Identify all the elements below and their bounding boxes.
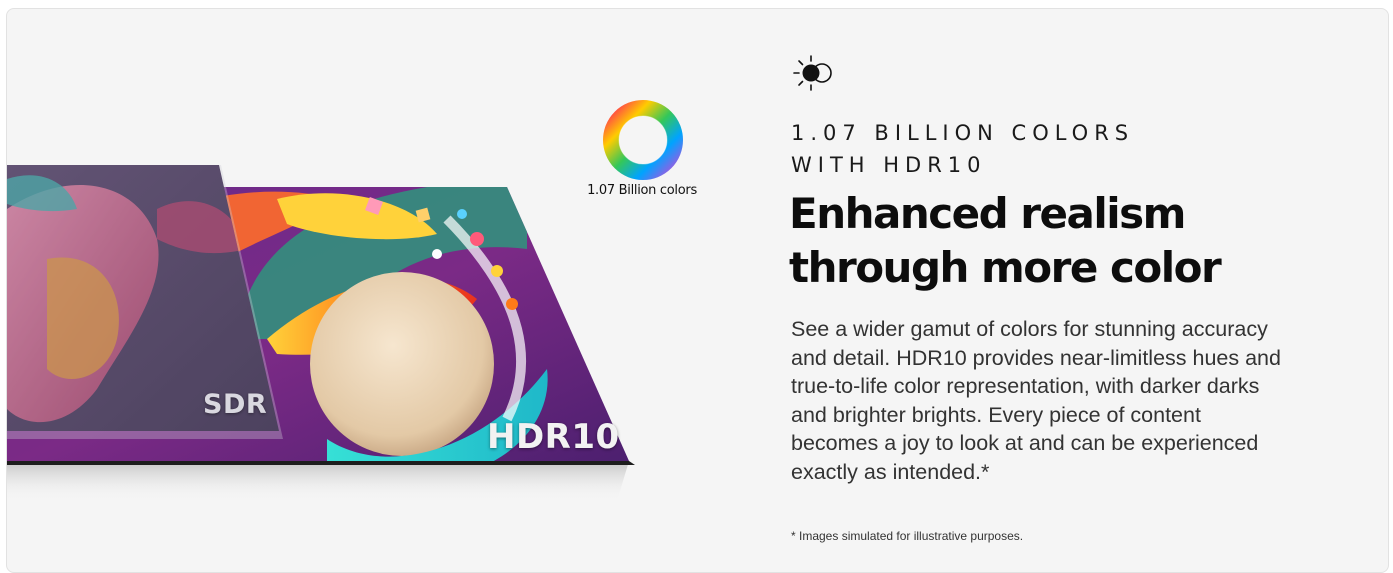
eyebrow-line-2: WITH HDR10 [791,153,987,177]
feature-card: 1.07 Billion colors SDR HDR10 1.07 BILLI… [6,8,1389,573]
hdr-comparison-illustration [7,100,683,501]
color-wheel-icon [603,100,683,180]
feature-headline: Enhanced realism through more color [789,187,1349,295]
hdr10-label: HDR10 [487,417,620,457]
hdr-contrast-icon [793,55,832,91]
headline-line-2: through more color [789,243,1222,292]
feature-eyebrow: 1.07 BILLION COLORS WITH HDR10 [791,117,1311,181]
headline-line-1: Enhanced realism [789,189,1186,238]
feature-description: See a wider gamut of colors for stunning… [791,317,1281,484]
color-ring-caption: 1.07 Billion colors [587,183,697,198]
eyebrow-line-1: 1.07 BILLION COLORS [791,121,1135,145]
sdr-label: SDR [203,389,268,420]
disclaimer-footnote: * Images simulated for illustrative purp… [791,529,1024,543]
